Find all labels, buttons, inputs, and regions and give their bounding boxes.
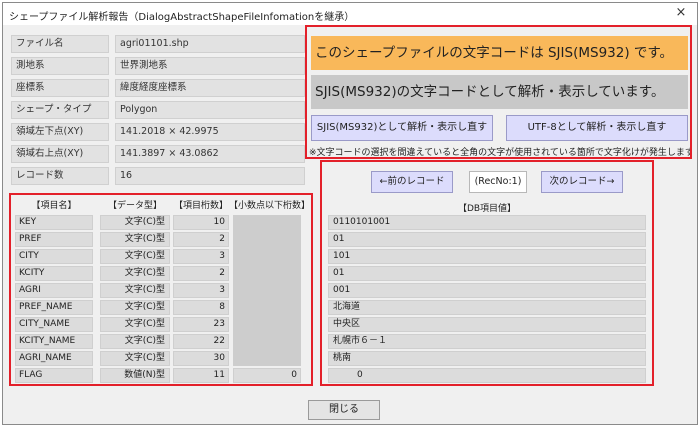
- encoding-panel: このシェープファイルの文字コードは SJIS(MS932) です。 SJIS(M…: [305, 25, 692, 159]
- field-length-cell: 23: [173, 317, 229, 332]
- field-length-cell: 10: [173, 215, 229, 230]
- close-button[interactable]: 閉じる: [308, 400, 380, 420]
- db-values-header: 【DB項目値】: [457, 204, 517, 214]
- col-header-decimals: 【小数点以下桁数】: [229, 201, 311, 211]
- info-value-bbox-upper-right: 141.3897 × 43.0862: [115, 145, 305, 163]
- next-record-button[interactable]: 次のレコード→: [541, 171, 623, 193]
- info-label-datum: 測地系: [11, 57, 109, 75]
- info-label-coord-system: 座標系: [11, 79, 109, 97]
- col-header-data-type: 【データ型】: [107, 201, 162, 211]
- field-name-cell: AGRI: [15, 283, 93, 298]
- info-label-bbox-lower-left: 領域左下点(XY): [11, 123, 109, 141]
- field-length-cell: 22: [173, 334, 229, 349]
- record-value-cell: 01: [328, 266, 646, 281]
- info-value-filename: agri01101.shp: [115, 35, 305, 53]
- field-length-cell: 11: [173, 368, 229, 383]
- field-decimals-cell: [233, 283, 301, 298]
- title-bar: シェープファイル解析報告（DialogAbstractShapeFileInfo…: [3, 3, 697, 25]
- field-type-cell: 文字(C)型: [100, 300, 170, 315]
- prev-record-button[interactable]: ←前のレコード: [371, 171, 453, 193]
- field-type-cell: 文字(C)型: [100, 249, 170, 264]
- field-name-cell: KCITY_NAME: [15, 334, 93, 349]
- col-header-length: 【項目桁数】: [173, 201, 228, 211]
- field-decimals-cell: [233, 266, 301, 281]
- field-length-cell: 2: [173, 266, 229, 281]
- encoding-note: ※文字コードの選択を間違えていると全角の文字が使用されている箇所で文字化けが発生…: [309, 148, 690, 158]
- record-value-cell: 01: [328, 232, 646, 247]
- record-value-cell: 101: [328, 249, 646, 264]
- info-label-bbox-upper-right: 領域右上点(XY): [11, 145, 109, 163]
- field-decimals-cell: [233, 232, 301, 247]
- info-value-shape-type: Polygon: [115, 101, 305, 119]
- field-name-cell: FLAG: [15, 368, 93, 383]
- record-value-cell: 001: [328, 283, 646, 298]
- record-value-cell: 北海道: [328, 300, 646, 315]
- field-name-cell: CITY: [15, 249, 93, 264]
- field-type-cell: 文字(C)型: [100, 215, 170, 230]
- record-value-cell: 中央区: [328, 317, 646, 332]
- field-length-cell: 2: [173, 232, 229, 247]
- reparse-sjis-button[interactable]: SJIS(MS932)として解析・表示し直す: [311, 115, 493, 141]
- info-value-bbox-lower-left: 141.2018 × 42.9975: [115, 123, 305, 141]
- field-name-cell: KCITY: [15, 266, 93, 281]
- field-type-cell: 文字(C)型: [100, 334, 170, 349]
- field-decimals-cell: [233, 317, 301, 332]
- encoding-status: SJIS(MS932)の文字コードとして解析・表示しています。: [311, 75, 688, 109]
- field-length-cell: 30: [173, 351, 229, 366]
- record-value-cell: 0110101001: [328, 215, 646, 230]
- record-value-cell: 0: [328, 368, 646, 383]
- field-decimals-cell: [233, 249, 301, 264]
- field-decimals-cell: [233, 215, 301, 230]
- info-value-record-count: 16: [115, 167, 305, 185]
- field-name-cell: KEY: [15, 215, 93, 230]
- field-decimals-cell: [233, 334, 301, 349]
- field-name-cell: CITY_NAME: [15, 317, 93, 332]
- field-name-cell: AGRI_NAME: [15, 351, 93, 366]
- field-name-cell: PREF_NAME: [15, 300, 93, 315]
- record-value-cell: 札幌市６－１: [328, 334, 646, 349]
- record-value-cell: 桃南: [328, 351, 646, 366]
- info-label-record-count: レコード数: [11, 167, 109, 185]
- field-decimals-cell: [233, 351, 301, 366]
- field-type-cell: 文字(C)型: [100, 266, 170, 281]
- record-values-panel: ←前のレコード (RecNo:1) 次のレコード→ 【DB項目値】 011010…: [320, 160, 654, 386]
- info-label-shape-type: シェープ・タイプ: [11, 101, 109, 119]
- field-name-cell: PREF: [15, 232, 93, 247]
- col-header-field-name: 【項目名】: [31, 201, 77, 211]
- field-length-cell: 3: [173, 249, 229, 264]
- record-number-display: (RecNo:1): [469, 171, 527, 193]
- info-value-coord-system: 緯度経度座標系: [115, 79, 305, 97]
- window-title: シェープファイル解析報告（DialogAbstractShapeFileInfo…: [9, 12, 355, 23]
- field-decimals-cell: [233, 300, 301, 315]
- info-value-datum: 世界測地系: [115, 57, 305, 75]
- field-length-cell: 8: [173, 300, 229, 315]
- reparse-utf8-button[interactable]: UTF-8として解析・表示し直す: [506, 115, 688, 141]
- close-icon[interactable]: ×: [673, 5, 689, 21]
- field-definitions-panel: 【項目名】 【データ型】 【項目桁数】 【小数点以下桁数】 KEY 文字(C)型…: [9, 193, 313, 386]
- field-type-cell: 文字(C)型: [100, 283, 170, 298]
- encoding-banner: このシェープファイルの文字コードは SJIS(MS932) です。: [311, 36, 688, 70]
- field-type-cell: 文字(C)型: [100, 351, 170, 366]
- field-type-cell: 数値(N)型: [100, 368, 170, 383]
- dialog-window: シェープファイル解析報告（DialogAbstractShapeFileInfo…: [2, 2, 698, 425]
- field-decimals-cell: 0: [233, 368, 301, 383]
- field-type-cell: 文字(C)型: [100, 317, 170, 332]
- field-type-cell: 文字(C)型: [100, 232, 170, 247]
- field-length-cell: 3: [173, 283, 229, 298]
- info-label-filename: ファイル名: [11, 35, 109, 53]
